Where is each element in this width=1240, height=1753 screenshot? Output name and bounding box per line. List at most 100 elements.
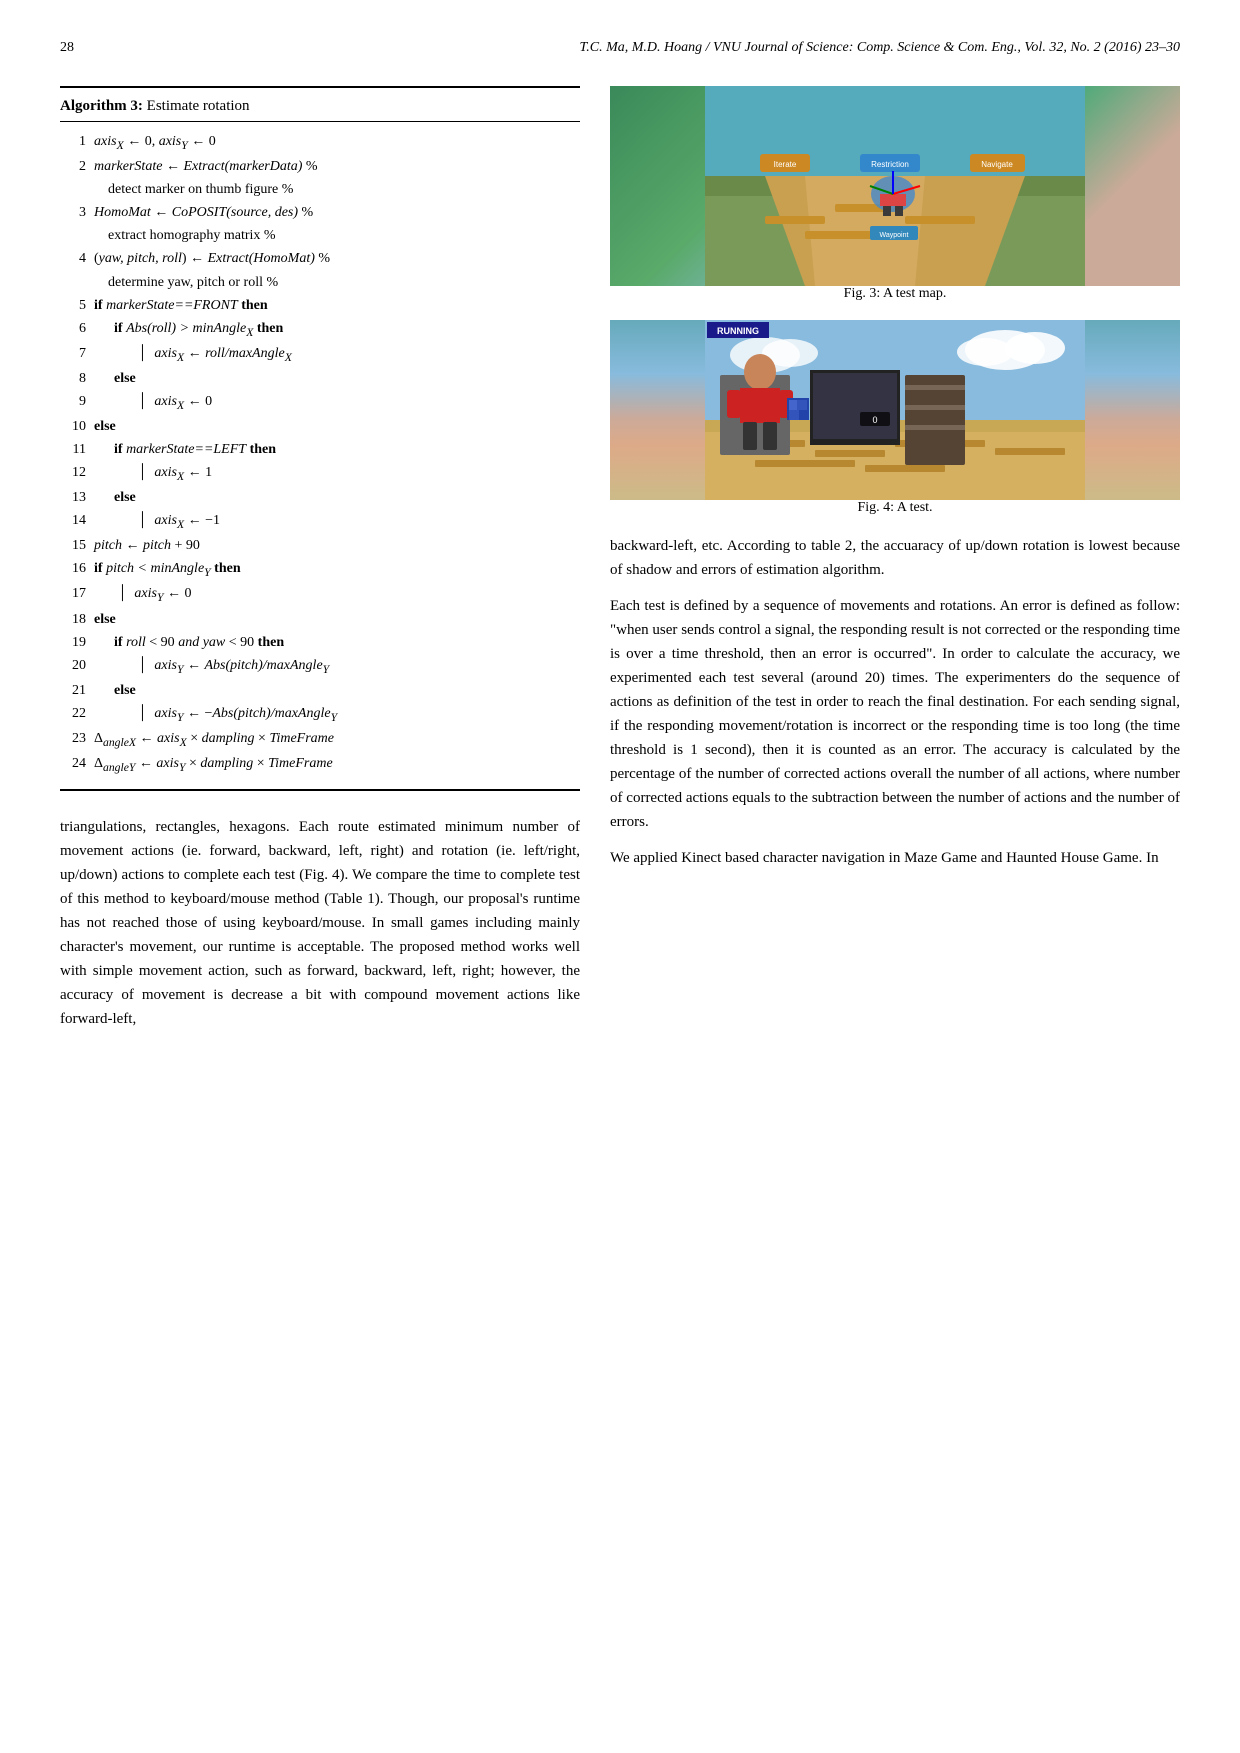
line-num-3: 3 xyxy=(60,201,86,224)
algo-line-8: 8 else xyxy=(60,367,580,390)
line-num-17: 17 xyxy=(60,582,86,605)
svg-text:RUNNING: RUNNING xyxy=(717,326,759,336)
line-num-7: 7 xyxy=(60,342,86,365)
algo-line-14: 14 │ axisX ← −1 xyxy=(60,509,580,534)
algo-line-3: 3 HomoMat ← CoPOSIT(source, des) % extra… xyxy=(60,201,580,247)
algo-line-18: 18 else xyxy=(60,608,580,631)
line-num-10: 10 xyxy=(60,415,86,438)
algo-line-15: 15 pitch ← pitch + 90 xyxy=(60,534,580,557)
algorithm-label: Algorithm 3: xyxy=(60,98,143,114)
figure-4-container: 0 RUNNING Fig. 4: A test. xyxy=(610,320,1180,516)
line-num-24: 24 xyxy=(60,752,86,775)
line-num-2: 2 xyxy=(60,155,86,178)
line-content-24: ΔangleY ← axisY × dampling × TimeFrame xyxy=(94,752,580,777)
line-content-7: │ axisX ← roll/maxAngleX xyxy=(94,342,580,367)
left-column: Algorithm 3: Estimate rotation 1 axisX ←… xyxy=(60,86,580,1693)
figure-4-caption: Fig. 4: A test. xyxy=(610,500,1180,516)
algo-line-7: 7 │ axisX ← roll/maxAngleX xyxy=(60,342,580,367)
svg-text:Navigate: Navigate xyxy=(981,160,1013,169)
algo-line-13: 13 else xyxy=(60,486,580,509)
right-column: Iterate Restriction Navigate xyxy=(610,86,1180,1693)
algo-line-10: 10 else xyxy=(60,415,580,438)
line-num-13: 13 xyxy=(60,486,86,509)
algo-line-2: 2 markerState ← Extract(markerData) % de… xyxy=(60,155,580,201)
algo-line-24: 24 ΔangleY ← axisY × dampling × TimeFram… xyxy=(60,752,580,777)
algorithm-box: Algorithm 3: Estimate rotation 1 axisX ←… xyxy=(60,86,580,791)
right-paragraph-1: backward-left, etc. According to table 2… xyxy=(610,534,1180,582)
line-num-5: 5 xyxy=(60,294,86,317)
algo-line-4: 4 (yaw, pitch, roll) ← Extract(HomoMat) … xyxy=(60,247,580,293)
line-num-4: 4 xyxy=(60,247,86,270)
algo-line-11: 11 if markerState==LEFT then xyxy=(60,438,580,461)
right-paragraph-2: Each test is defined by a sequence of mo… xyxy=(610,594,1180,834)
line-content-2: markerState ← Extract(markerData) % dete… xyxy=(94,155,580,201)
line-num-15: 15 xyxy=(60,534,86,557)
main-content: Algorithm 3: Estimate rotation 1 axisX ←… xyxy=(60,86,1180,1693)
line-content-12: │ axisX ← 1 xyxy=(94,461,580,486)
algo-line-5: 5 if markerState==FRONT then xyxy=(60,294,580,317)
algo-line-6: 6 if Abs(roll) > minAngleX then xyxy=(60,317,580,342)
svg-text:Restriction: Restriction xyxy=(871,160,909,169)
line-num-23: 23 xyxy=(60,727,86,750)
line-content-17: │ axisY ← 0 xyxy=(94,582,580,607)
line-num-18: 18 xyxy=(60,608,86,631)
figure-3-image: Iterate Restriction Navigate xyxy=(610,86,1180,286)
page-number: 28 xyxy=(60,40,74,56)
svg-text:Iterate: Iterate xyxy=(774,160,797,169)
line-content-1: axisX ← 0, axisY ← 0 xyxy=(94,130,580,155)
algorithm-name: Estimate rotation xyxy=(143,98,250,114)
line-num-12: 12 xyxy=(60,461,86,484)
line-num-8: 8 xyxy=(60,367,86,390)
algo-line-23: 23 ΔangleX ← axisX × dampling × TimeFram… xyxy=(60,727,580,752)
algo-line-19: 19 if roll < 90 and yaw < 90 then xyxy=(60,631,580,654)
line-num-16: 16 xyxy=(60,557,86,580)
line-num-20: 20 xyxy=(60,654,86,677)
line-content-15: pitch ← pitch + 90 xyxy=(94,534,580,557)
algo-line-9: 9 │ axisX ← 0 xyxy=(60,390,580,415)
line-content-19: if roll < 90 and yaw < 90 then xyxy=(94,631,580,654)
line-num-1: 1 xyxy=(60,130,86,153)
line-num-6: 6 xyxy=(60,317,86,340)
algorithm-lines: 1 axisX ← 0, axisY ← 0 2 markerState ← E… xyxy=(60,130,580,777)
line-content-14: │ axisX ← −1 xyxy=(94,509,580,534)
line-content-6: if Abs(roll) > minAngleX then xyxy=(94,317,580,342)
algo-line-12: 12 │ axisX ← 1 xyxy=(60,461,580,486)
algo-line-21: 21 else xyxy=(60,679,580,702)
line-content-21: else xyxy=(94,679,580,702)
line-content-5: if markerState==FRONT then xyxy=(94,294,580,317)
svg-text:0: 0 xyxy=(872,415,877,425)
line-content-3: HomoMat ← CoPOSIT(source, des) % extract… xyxy=(94,201,580,247)
algo-line-22: 22 │ axisY ← −Abs(pitch)/maxAngleY xyxy=(60,702,580,727)
page: 28 T.C. Ma, M.D. Hoang / VNU Journal of … xyxy=(0,0,1240,1753)
line-content-22: │ axisY ← −Abs(pitch)/maxAngleY xyxy=(94,702,580,727)
line-content-23: ΔangleX ← axisX × dampling × TimeFrame xyxy=(94,727,580,752)
line-num-21: 21 xyxy=(60,679,86,702)
algo-line-20: 20 │ axisY ← Abs(pitch)/maxAngleY xyxy=(60,654,580,679)
algorithm-title: Algorithm 3: Estimate rotation xyxy=(60,98,580,122)
figure-3-caption: Fig. 3: A test map. xyxy=(610,286,1180,302)
figure-4-image: 0 RUNNING xyxy=(610,320,1180,500)
algo-line-16: 16 if pitch < minAngleY then xyxy=(60,557,580,582)
line-content-8: else xyxy=(94,367,580,390)
right-paragraph-3: We applied Kinect based character naviga… xyxy=(610,846,1180,870)
journal-info: T.C. Ma, M.D. Hoang / VNU Journal of Sci… xyxy=(579,40,1180,56)
algo-line-17: 17 │ axisY ← 0 xyxy=(60,582,580,607)
left-paragraph-1: triangulations, rectangles, hexagons. Ea… xyxy=(60,815,580,1031)
line-content-11: if markerState==LEFT then xyxy=(94,438,580,461)
svg-text:Waypoint: Waypoint xyxy=(880,232,909,239)
line-content-16: if pitch < minAngleY then xyxy=(94,557,580,582)
line-content-13: else xyxy=(94,486,580,509)
line-content-18: else xyxy=(94,608,580,631)
line-content-10: else xyxy=(94,415,580,438)
line-num-11: 11 xyxy=(60,438,86,461)
figure-3-container: Iterate Restriction Navigate xyxy=(610,86,1180,302)
line-num-14: 14 xyxy=(60,509,86,532)
line-num-22: 22 xyxy=(60,702,86,725)
line-num-19: 19 xyxy=(60,631,86,654)
page-header: 28 T.C. Ma, M.D. Hoang / VNU Journal of … xyxy=(60,40,1180,56)
line-content-20: │ axisY ← Abs(pitch)/maxAngleY xyxy=(94,654,580,679)
algo-line-1: 1 axisX ← 0, axisY ← 0 xyxy=(60,130,580,155)
line-content-4: (yaw, pitch, roll) ← Extract(HomoMat) % … xyxy=(94,247,580,293)
line-content-9: │ axisX ← 0 xyxy=(94,390,580,415)
line-num-9: 9 xyxy=(60,390,86,413)
